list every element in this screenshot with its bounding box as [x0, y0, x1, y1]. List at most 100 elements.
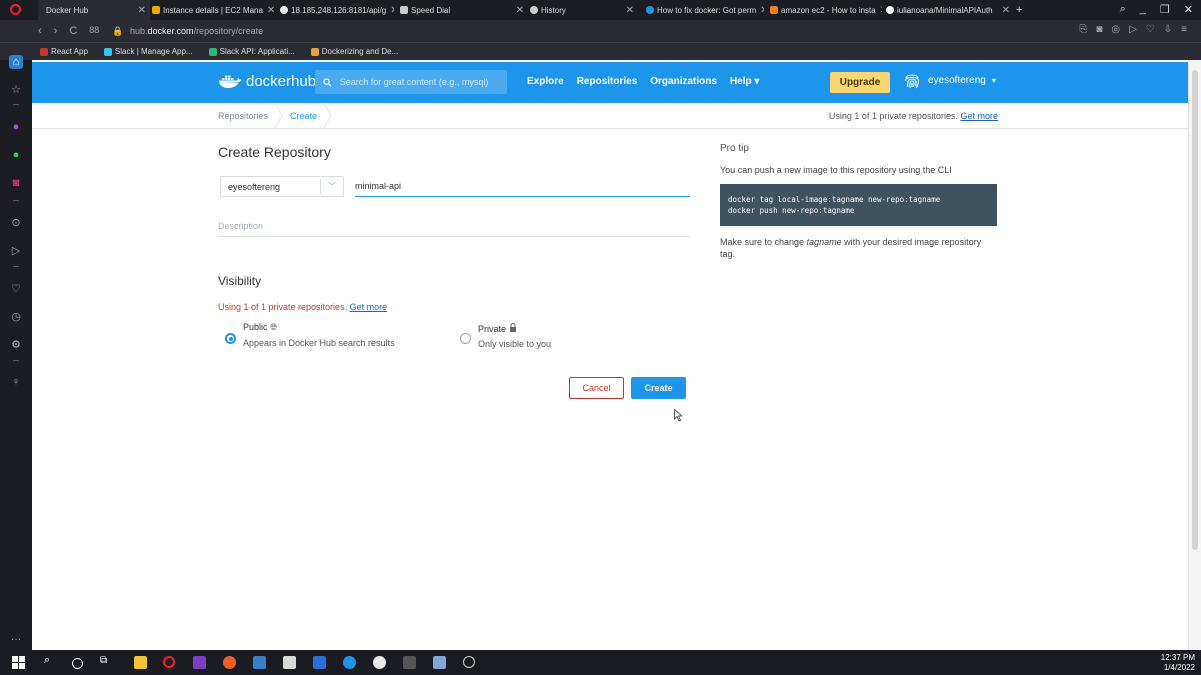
repository-name-input[interactable] — [355, 176, 690, 197]
instagram-icon[interactable]: ◙ — [9, 176, 23, 190]
close-tab-icon[interactable]: ✕ — [756, 5, 764, 16]
tab-stackoverflow[interactable]: amazon ec2 - How to insta✕ — [770, 0, 882, 20]
file-explorer-icon[interactable] — [134, 656, 147, 669]
nav-repositories[interactable]: Repositories — [577, 76, 638, 87]
visual-studio-icon[interactable] — [193, 656, 206, 669]
clock-app-icon[interactable] — [463, 656, 475, 668]
terminal-icon[interactable] — [403, 656, 416, 669]
forward-icon[interactable]: › — [54, 25, 58, 37]
camera-icon[interactable]: ◙ — [1096, 24, 1102, 35]
tab-github[interactable]: iulianoana/MinimalAPIAuth ✕ — [886, 0, 1014, 20]
cancel-button[interactable]: Cancel — [569, 377, 624, 399]
star-icon[interactable]: ☆ — [9, 82, 23, 96]
close-window-icon[interactable]: ✕ — [1184, 3, 1193, 16]
nav-explore[interactable]: Explore — [527, 76, 564, 87]
search-tabs-icon[interactable]: ⌕ — [1120, 3, 1126, 16]
bookmark-dockerizing[interactable]: Dockerizing and De... — [310, 47, 398, 56]
search-input[interactable] — [337, 76, 507, 88]
opera-logo-icon[interactable] — [10, 4, 21, 15]
tab-docker-hub[interactable]: Docker Hub ✕ — [38, 0, 150, 20]
close-tab-icon[interactable]: ✕ — [263, 5, 278, 16]
private-label[interactable]: Private — [478, 323, 517, 334]
public-radio[interactable] — [225, 333, 236, 344]
cli-code-block: docker tag local-image:tagname new-repo:… — [720, 184, 997, 226]
shield-icon[interactable]: ◎ — [1111, 24, 1120, 35]
cortana-icon[interactable] — [72, 658, 83, 669]
create-button[interactable]: Create — [631, 377, 686, 399]
tab-docker-fix[interactable]: How to fix docker: Got perm✕ — [646, 0, 764, 20]
dockerhub-navbar: dockerhub Explore Repositories Organizat… — [32, 62, 1188, 103]
task-view-icon[interactable]: ⧉ — [100, 655, 113, 668]
bookmark-slack-manage[interactable]: Slack | Manage App... — [103, 47, 193, 56]
app-icon[interactable] — [283, 656, 296, 669]
user-menu[interactable]: eyesoftereng ▾ — [902, 70, 996, 90]
upgrade-button[interactable]: Upgrade — [830, 72, 890, 93]
windows-start-icon[interactable] — [12, 656, 25, 669]
search-icon[interactable]: ⌕ — [44, 654, 57, 667]
home-icon[interactable]: ⌂ — [9, 55, 23, 69]
opera-icon[interactable] — [163, 656, 175, 668]
lock-icon: 🔒 — [112, 26, 124, 36]
settings-icon[interactable]: ⚙ — [9, 337, 23, 351]
bookmark-slack-api[interactable]: Slack API: Applicati... — [208, 47, 295, 56]
description-input[interactable] — [218, 216, 690, 237]
close-tab-icon[interactable]: ✕ — [622, 5, 638, 16]
tab-speed-dial[interactable]: Speed Dial ✕ — [400, 0, 528, 20]
messenger-icon[interactable]: ● — [9, 120, 23, 134]
close-tab-icon[interactable]: ✕ — [998, 5, 1014, 16]
url-field[interactable]: hub.docker.com/repository/create — [130, 26, 263, 36]
private-radio[interactable] — [460, 333, 471, 344]
heart-icon[interactable]: ♡ — [9, 281, 23, 295]
postman-icon[interactable] — [223, 656, 236, 669]
system-clock[interactable]: 12:37 PM 1/4/2022 — [1161, 653, 1195, 673]
app-icon[interactable] — [253, 656, 266, 669]
github-favicon-icon — [886, 6, 894, 14]
speed-dial-icon[interactable]: 88 — [89, 25, 99, 37]
player-icon[interactable]: ⊙ — [9, 215, 23, 229]
dockerhub-logo[interactable]: dockerhub — [218, 73, 316, 90]
menu-icon[interactable]: ≡ — [1181, 24, 1187, 35]
docker-desktop-icon[interactable] — [343, 656, 356, 669]
heart-icon[interactable]: ♡ — [1146, 24, 1155, 35]
minimize-icon[interactable]: _ — [1140, 3, 1146, 16]
breadcrumb-create[interactable]: Create — [290, 111, 317, 121]
whatsapp-icon[interactable]: ● — [9, 148, 23, 162]
flow-icon[interactable]: ▷ — [9, 243, 23, 257]
nav-help[interactable]: Help ▾ — [730, 76, 759, 87]
page-scrollbar[interactable] — [1188, 60, 1201, 650]
namespace-select[interactable]: eyesoftereng ﹀ — [220, 176, 344, 197]
download-icon[interactable]: ⇩ — [1164, 24, 1172, 35]
close-tab-icon[interactable]: ✕ — [876, 5, 882, 16]
app-icon[interactable] — [433, 656, 446, 669]
get-more-link[interactable]: Get more — [350, 302, 388, 312]
slack-icon[interactable] — [373, 656, 386, 669]
scrollbar-thumb[interactable] — [1192, 70, 1198, 550]
close-tab-icon[interactable]: ✕ — [134, 5, 150, 16]
reload-icon[interactable]: C — [69, 25, 77, 37]
restore-icon[interactable]: ❐ — [1160, 3, 1170, 16]
history-icon[interactable]: ◷ — [9, 309, 23, 323]
pro-tip-heading: Pro tip — [720, 143, 749, 154]
powershell-icon[interactable] — [313, 656, 326, 669]
tab-api[interactable]: 18.185.248.126:8181/api/g✕ — [280, 0, 394, 20]
close-tab-icon[interactable]: ✕ — [386, 5, 394, 16]
bookmark-react-app[interactable]: React App — [40, 47, 88, 56]
stackoverflow-favicon-icon — [770, 6, 778, 14]
react-icon — [40, 47, 48, 56]
tab-ec2-instance[interactable]: Instance details | EC2 Mana ✕ — [152, 0, 278, 20]
nav-organizations[interactable]: Organizations — [650, 76, 717, 87]
breadcrumb-repositories[interactable]: Repositories — [218, 111, 268, 121]
mouse-cursor-icon — [674, 409, 683, 422]
get-more-link[interactable]: Get more — [960, 111, 998, 121]
snapshot-icon[interactable]: ⎘ — [1079, 24, 1087, 35]
lightbulb-icon[interactable]: ♀ — [9, 375, 23, 389]
close-tab-icon[interactable]: ✕ — [512, 5, 528, 16]
public-label[interactable]: Public 🌐︎ — [243, 322, 277, 333]
tab-history[interactable]: History ✕ — [530, 0, 638, 20]
clock-favicon-icon — [530, 6, 538, 14]
play-icon[interactable]: ▷ — [1129, 24, 1137, 35]
visibility-usage-note: Using 1 of 1 private repositories. Get m… — [218, 302, 388, 312]
new-tab-icon[interactable]: + — [1016, 0, 1030, 20]
back-icon[interactable]: ‹ — [38, 25, 42, 37]
more-icon[interactable]: … — [9, 630, 23, 644]
